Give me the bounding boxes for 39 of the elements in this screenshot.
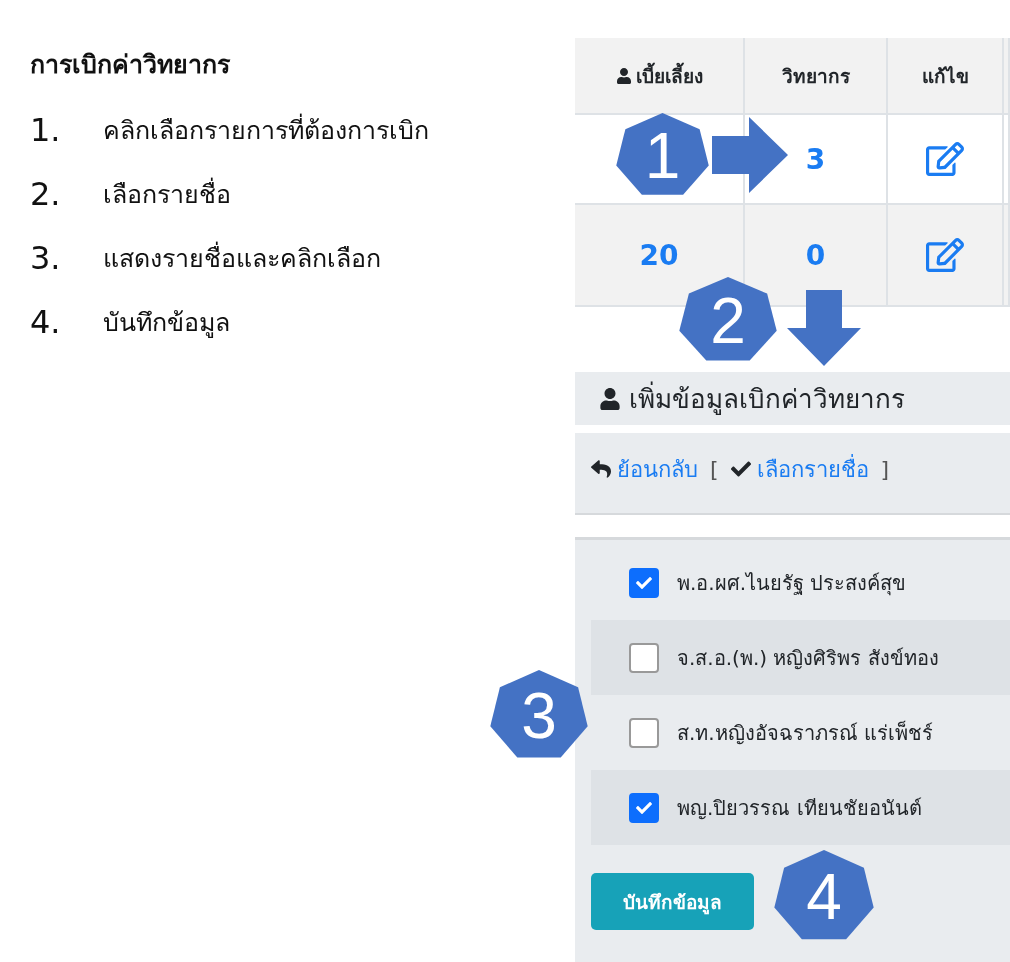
bracket: [ (710, 456, 719, 482)
reply-icon (591, 459, 611, 479)
checkbox[interactable] (629, 642, 659, 673)
step-number: 2. (30, 175, 62, 213)
allowance-value[interactable]: 20 (639, 238, 679, 272)
checkbox[interactable] (629, 567, 659, 598)
trainer-count[interactable]: 0 (805, 238, 826, 272)
instructions-title: การเบิกค่าวิทยากร (30, 49, 231, 81)
step-number: 4. (30, 303, 62, 341)
back-link[interactable]: ย้อนกลับ (591, 451, 698, 487)
column-header: วิทยากร (745, 38, 888, 115)
edit-icon[interactable] (926, 236, 964, 274)
step-text: แสดงรายชื่อและคลิกเลือก (103, 238, 381, 278)
step-number: 1. (30, 111, 62, 149)
check-icon (730, 459, 751, 479)
checkbox[interactable] (629, 792, 659, 823)
user-icon (599, 387, 621, 410)
person-name: พญ.ปิยวรรณ เทียนชัยอนันต์ (677, 794, 922, 822)
column-header: แก้ไข (888, 38, 1004, 115)
edit-icon[interactable] (926, 140, 964, 178)
step-text: เลือกรายชื่อ (103, 174, 231, 214)
checkbox[interactable] (629, 717, 659, 748)
list-row[interactable]: พญ.ปิยวรรณ เทียนชัยอนันต์ (591, 770, 1010, 845)
check-icon (636, 799, 652, 816)
select-names-link[interactable]: เลือกรายชื่อ (730, 451, 869, 487)
user-icon (615, 67, 632, 84)
step-text: คลิกเลือกรายการที่ต้องการเบิก (103, 110, 429, 150)
person-name: พ.อ.ผศ.ไนยรัฐ ประสงค์สุข (677, 569, 907, 598)
person-name: ส.ท.หญิงอัจฉราภรณ์ แร่เพ็ชร์ (677, 719, 934, 747)
bracket: ] (880, 456, 890, 482)
check-icon (636, 574, 652, 591)
step-text: บันทึกข้อมูล (103, 307, 230, 340)
panel-title: เพิ่มข้อมูลเบิกค่าวิทยากร (629, 378, 905, 419)
trainer-count[interactable]: 3 (805, 142, 826, 176)
save-button[interactable]: บันทึกข้อมูล (591, 873, 754, 930)
step-number: 3. (30, 239, 62, 277)
person-name: จ.ส.อ.(พ.) หญิงศิริพร สังข์ทอง (677, 644, 939, 672)
list-row[interactable]: จ.ส.อ.(พ.) หญิงศิริพร สังข์ทอง (591, 620, 1010, 695)
column-header: เบี้ยเลี้ยง (575, 38, 745, 115)
